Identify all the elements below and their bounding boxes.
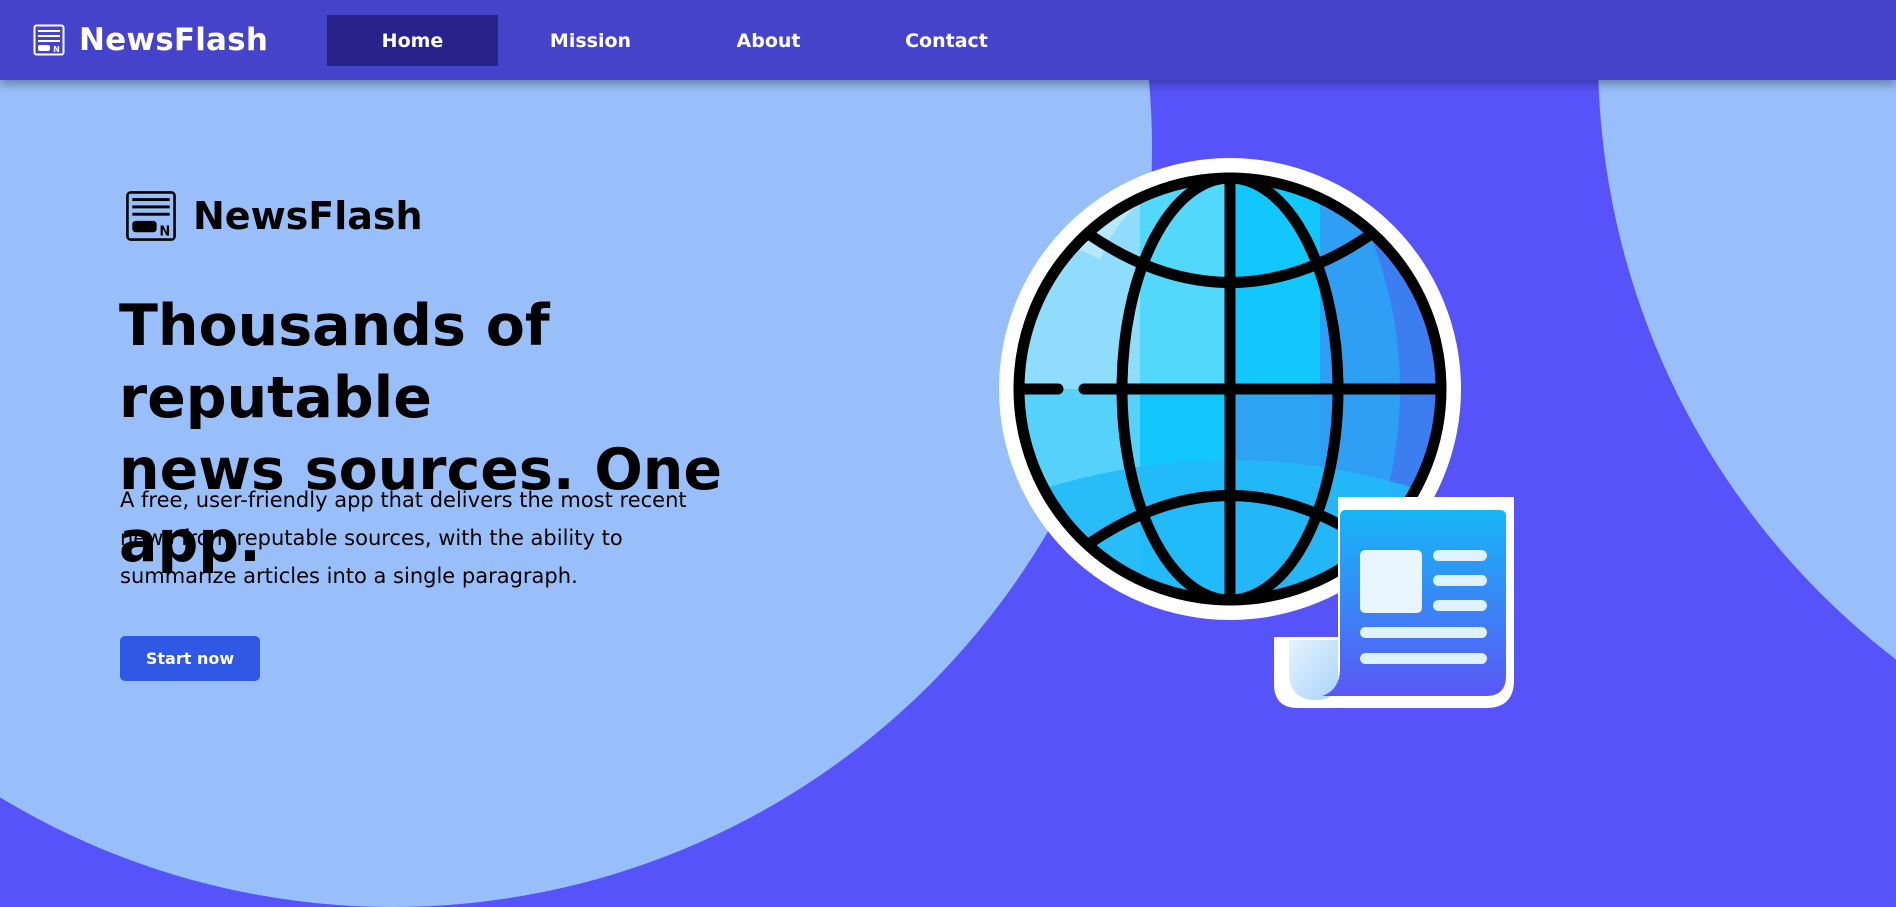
hero-description: A free, user-friendly app that delivers … xyxy=(120,481,720,595)
svg-text:N: N xyxy=(53,45,60,54)
navbar-brand[interactable]: N NewsFlash xyxy=(33,24,268,56)
top-navbar: N NewsFlash Home Mission About Contact xyxy=(0,0,1896,80)
headline-line-1: Thousands of reputable xyxy=(119,293,550,431)
start-now-button[interactable]: Start now xyxy=(120,636,260,681)
nav-item-home[interactable]: Home xyxy=(327,15,498,66)
nav-item-contact[interactable]: Contact xyxy=(861,15,1032,66)
description-line-1: A free, user-friendly app that delivers … xyxy=(120,488,687,512)
nav-item-mission[interactable]: Mission xyxy=(505,15,676,66)
newspaper-icon: N xyxy=(126,191,176,241)
description-line-2: news from reputable sources, with the ab… xyxy=(120,526,623,550)
nav-item-about[interactable]: About xyxy=(683,15,854,66)
main-nav: Home Mission About Contact xyxy=(327,15,1039,66)
hero-brand: N NewsFlash xyxy=(125,190,423,242)
hero-brand-name: NewsFlash xyxy=(193,194,423,238)
newspaper-icon: N xyxy=(33,24,65,56)
svg-text:N: N xyxy=(159,225,170,240)
globe-with-newspaper-icon xyxy=(999,158,1514,708)
description-line-3: summarize articles into a single paragra… xyxy=(120,564,578,588)
brand-name: NewsFlash xyxy=(79,22,269,58)
